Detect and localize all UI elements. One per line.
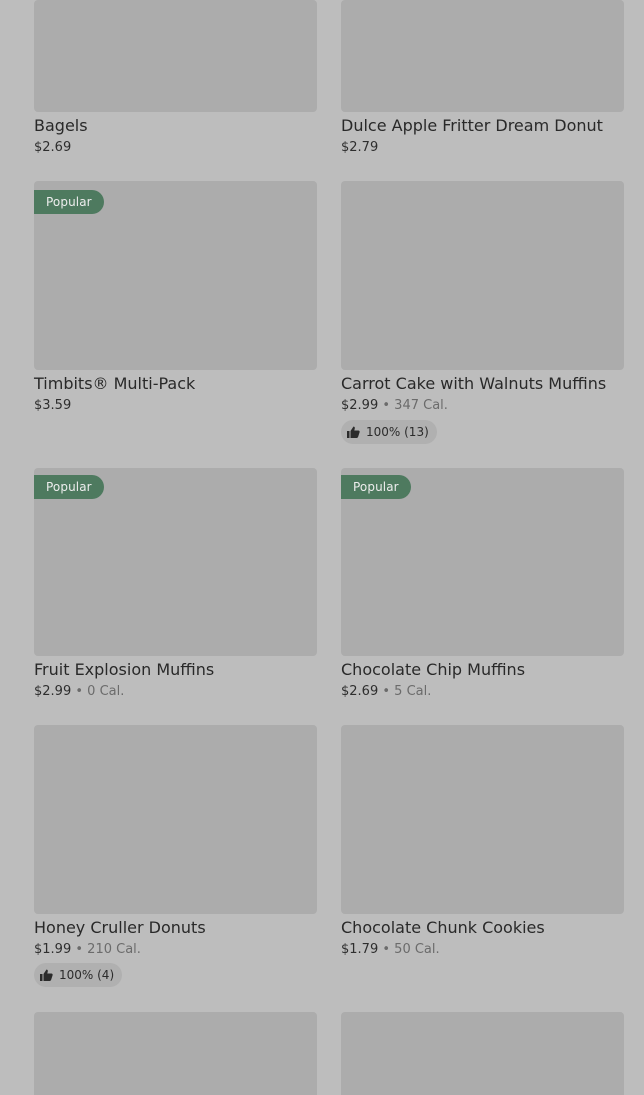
item-price: $2.69 <box>341 684 379 699</box>
item-calories: 5 Cal. <box>394 684 432 699</box>
item-price-line: $1.99 • 210 Cal. <box>34 942 141 957</box>
item-price-line: $2.69 • 5 Cal. <box>341 684 431 699</box>
popular-badge: Popular <box>341 475 411 499</box>
item-calories: 0 Cal. <box>87 684 125 699</box>
separator-dot: • <box>382 684 391 699</box>
item-price: $1.79 <box>341 942 379 957</box>
item-calories: 210 Cal. <box>87 942 141 957</box>
popular-badge: Popular <box>34 190 104 214</box>
popular-badge: Popular <box>34 475 104 499</box>
rating-pill: 100% (4) <box>34 963 123 987</box>
item-name: Timbits® Multi-Pack <box>34 374 196 393</box>
item-image[interactable] <box>341 1012 624 1095</box>
separator-dot: • <box>75 942 84 957</box>
item-image[interactable] <box>34 0 317 112</box>
item-name: Bagels <box>34 116 88 135</box>
item-name: Dulce Apple Fritter Dream Donut <box>341 116 603 135</box>
item-image[interactable] <box>34 725 317 914</box>
rating-text: 100% (13) <box>366 425 429 439</box>
item-name: Chocolate Chip Muffins <box>341 660 526 679</box>
separator-dot: • <box>382 942 391 957</box>
separator-dot: • <box>75 684 84 699</box>
item-image[interactable] <box>341 725 624 914</box>
item-price-line: $2.99 • 347 Cal. <box>341 398 448 413</box>
item-price-line: $2.79 <box>341 140 378 155</box>
item-price: $2.69 <box>34 140 72 155</box>
item-price: $2.99 <box>34 684 72 699</box>
rating-text: 100% (4) <box>59 968 115 982</box>
item-price-line: $3.59 <box>34 398 71 413</box>
item-name: Fruit Explosion Muffins <box>34 660 215 679</box>
item-price-line: $1.79 • 50 Cal. <box>341 942 440 957</box>
item-price-line: $2.69 <box>34 140 71 155</box>
item-name: Honey Cruller Donuts <box>34 918 206 937</box>
rating-pill: 100% (13) <box>341 420 437 444</box>
item-name: Chocolate Chunk Cookies <box>341 918 545 937</box>
item-price-line: $2.99 • 0 Cal. <box>34 684 124 699</box>
item-calories: 50 Cal. <box>394 942 440 957</box>
item-name: Carrot Cake with Walnuts Muffins <box>341 374 607 393</box>
item-calories: 347 Cal. <box>394 398 448 413</box>
item-price: $3.59 <box>34 398 72 413</box>
item-price: $1.99 <box>34 942 72 957</box>
item-price: $2.79 <box>341 140 379 155</box>
thumbs-up-icon <box>347 426 360 438</box>
separator-dot: • <box>382 398 391 413</box>
thumbs-up-icon <box>40 969 53 981</box>
item-image[interactable] <box>34 1012 317 1095</box>
item-price: $2.99 <box>341 398 379 413</box>
item-image[interactable] <box>341 0 624 112</box>
item-image[interactable] <box>341 181 624 370</box>
